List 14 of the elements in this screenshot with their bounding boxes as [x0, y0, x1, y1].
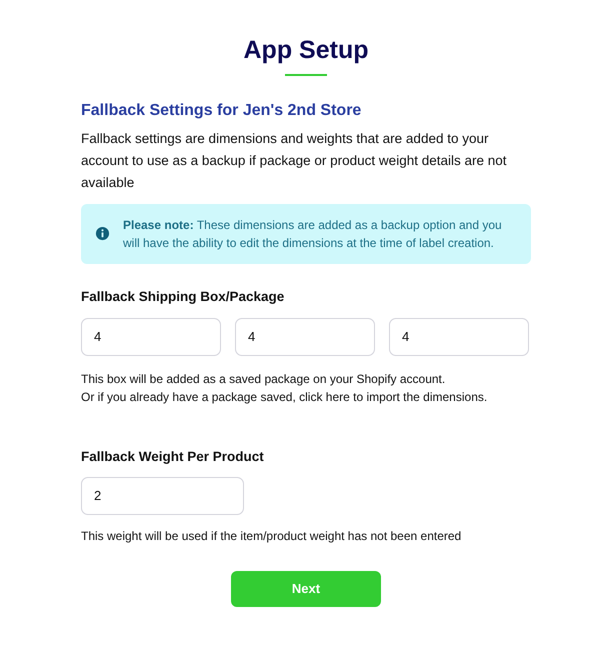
input-field[interactable]: 2 — [81, 476, 244, 514]
page-title: App Setup — [242, 35, 370, 66]
input-field[interactable]: 4 — [235, 318, 375, 356]
field-label: Fallback Shipping Box/Package — [81, 288, 286, 306]
help-text: This box will be added as a saved package on your Shopify account. — [81, 370, 446, 388]
input-field[interactable]: 4 — [389, 318, 529, 356]
info-icon — [95, 226, 110, 241]
input-field[interactable]: 4 — [81, 318, 221, 356]
field-label: Fallback Weight Per Product — [81, 448, 265, 466]
help-text: Or if you already have a package saved, click here to import the dimensions. — [81, 388, 488, 406]
help-text: This weight will be used if the item/product weight has not been entered — [81, 528, 462, 544]
section-title: Fallback Settings for Jen's 2nd Store — [81, 100, 362, 120]
intro-text: Fallback settings are dimensions and weights that are added to your account to use as a backup if package or product weight details are not available — [81, 130, 508, 192]
note-text: Please note: These dimensions are added as a backup option and you will have the ability to edit the dimensions at the time of label creation. — [123, 216, 503, 252]
